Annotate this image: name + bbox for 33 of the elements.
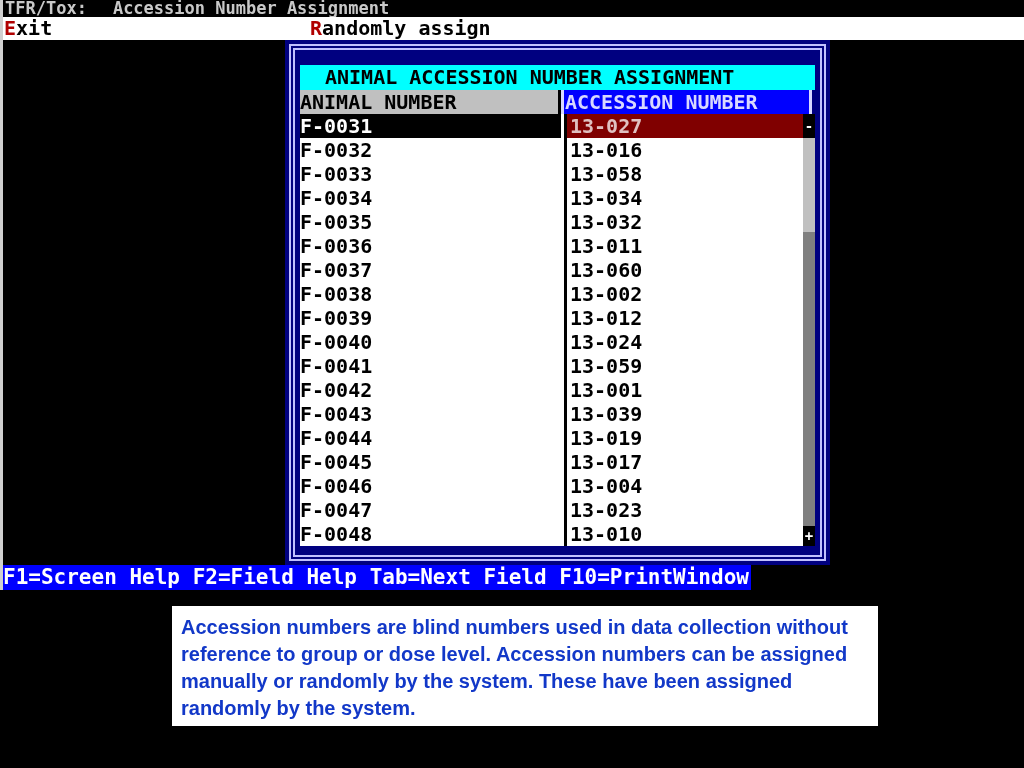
window-title: Accession Number Assignment <box>112 0 390 17</box>
table-cell-text: F-0032 <box>300 138 374 162</box>
menu-item[interactable]: Randomly assign <box>310 17 491 40</box>
table-cell-text: F-0044 <box>300 426 374 450</box>
table-cell-text: F-0033 <box>300 162 374 186</box>
table-cell-text: F-0035 <box>300 210 374 234</box>
caption-text: Accession numbers are blind numbers used in data collection without reference to group or dose level. Accession numbers can be assigned manually or randomly by the system. These have been assigned randomly by the system. <box>181 615 849 721</box>
table-cell-text: F-0037 <box>300 258 374 282</box>
table-row[interactable]: F-0031 13-027 <box>300 114 803 138</box>
table-cell-text: F-0047 <box>300 498 374 522</box>
table-cell-text: F-0038 <box>300 282 374 306</box>
scrollbar[interactable]: - + <box>803 114 815 546</box>
table-cell-text: F-0042 <box>300 378 374 402</box>
table-cell-text: F-0036 <box>300 234 374 258</box>
table-cell-text: F-0045 <box>300 450 374 474</box>
table-cell: F-0031 <box>300 114 561 138</box>
scrollbar-thumb[interactable] <box>803 138 815 232</box>
table-cell-text: F-0040 <box>300 330 374 354</box>
table-cell: 13-027 <box>564 114 803 138</box>
column-header: ANIMAL NUMBER <box>300 90 561 114</box>
dialog-title: ANIMAL ACCESSION NUMBER ASSIGNMENT <box>300 65 815 90</box>
menu-item[interactable]: Exit <box>3 17 310 40</box>
table-cell-text: F-0043 <box>300 402 374 426</box>
status-bar: F1=Screen Help F2=Field Help Tab=Next Field F10=PrintWindow <box>3 565 751 590</box>
table-cell-text: F-0039 <box>300 306 374 330</box>
column-header: ACCESSION NUMBER <box>561 90 812 114</box>
table-cell-text: F-0034 <box>300 186 374 210</box>
table-cell-text: F-0046 <box>300 474 374 498</box>
app-name: TFR/Tox: <box>5 0 87 17</box>
table-cell-text: F-0048 <box>300 522 374 546</box>
table-cell-text: F-0041 <box>300 354 374 378</box>
scroll-down-button[interactable]: + <box>803 526 815 546</box>
scroll-up-button[interactable]: - <box>803 114 815 138</box>
